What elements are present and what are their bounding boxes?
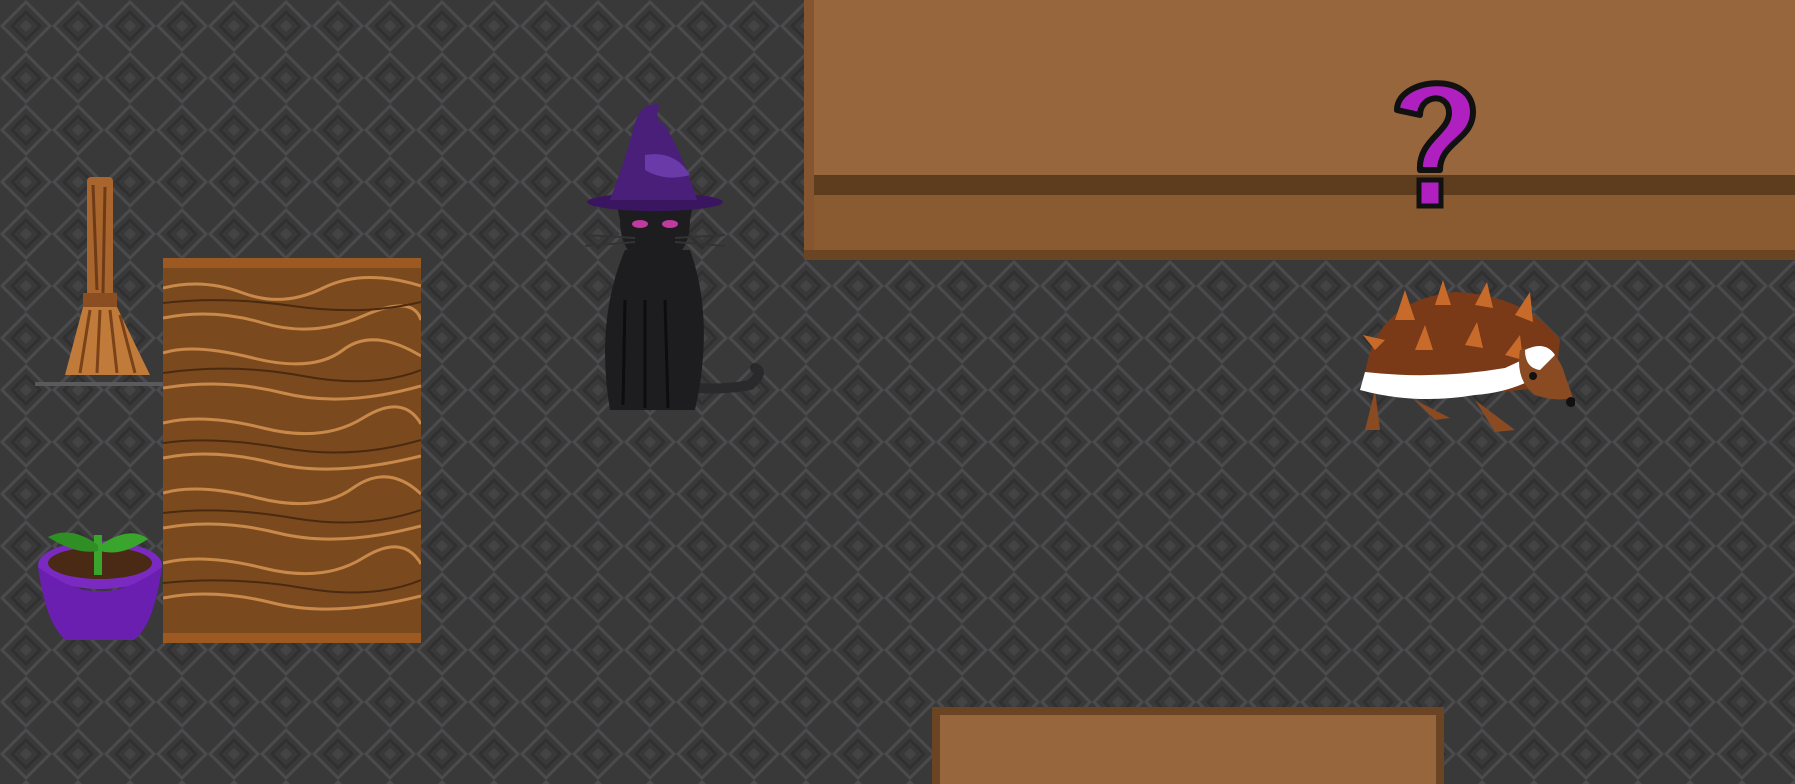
hedgehog-icon[interactable]: [1355, 280, 1575, 435]
rug[interactable]: [163, 258, 421, 643]
question-mark-icon[interactable]: [1385, 70, 1485, 215]
potted-plant-icon[interactable]: [36, 515, 164, 643]
counter-bottom: [932, 707, 1444, 784]
broom-icon[interactable]: [35, 175, 165, 390]
counter-top: [804, 0, 1795, 260]
witch-hat-cat-icon[interactable]: [565, 100, 770, 418]
